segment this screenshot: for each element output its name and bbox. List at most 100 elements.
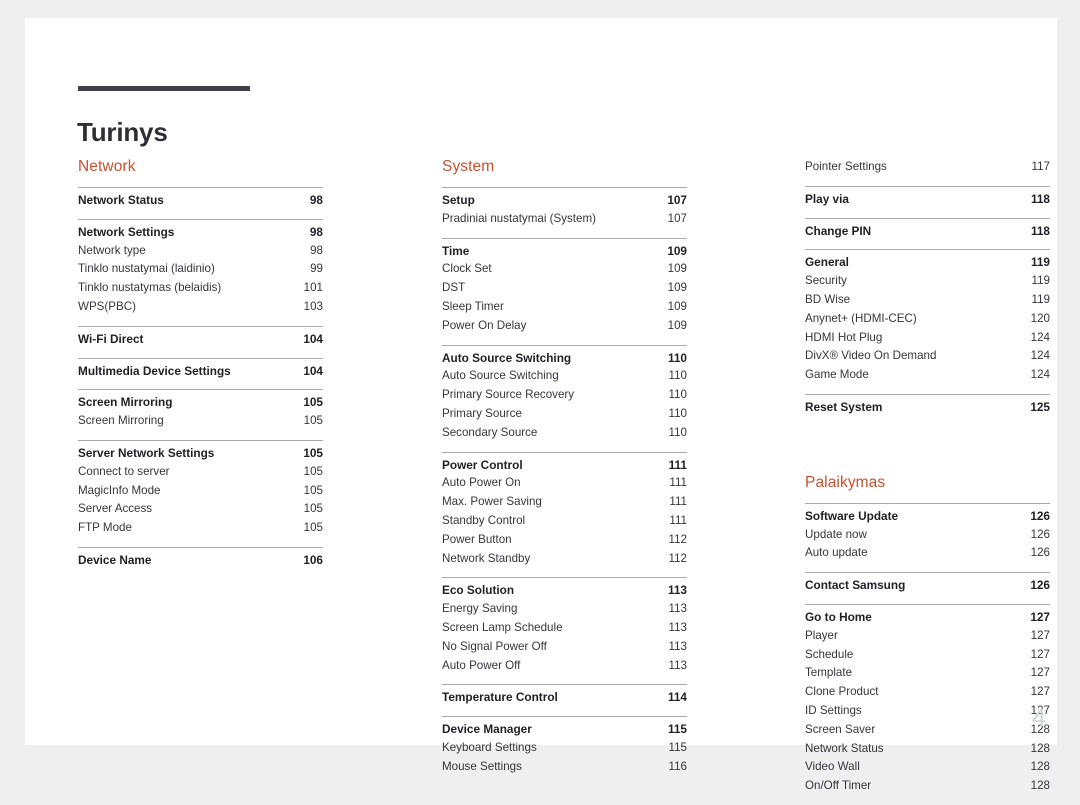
toc-entry[interactable]: Primary Source 110 [442,405,687,424]
toc-entry[interactable]: Tinklo nustatymai (laidinio) 99 [78,260,323,279]
toc-entry-page: 105 [303,464,323,478]
toc-entry-heading[interactable]: Device Manager 115 [442,720,687,739]
toc-entry[interactable]: Clock Set 109 [442,260,687,279]
toc-entry-heading[interactable]: Multimedia Device Settings 104 [78,362,323,381]
toc-entry[interactable]: WPS(PBC) 103 [78,298,323,317]
toc-entry[interactable]: Power On Delay 109 [442,317,687,336]
toc-entry-page: 99 [310,262,323,276]
toc-entry[interactable]: Auto update 126 [805,544,1050,563]
toc-entry-heading[interactable]: Auto Source Switching 110 [442,349,687,368]
toc-entry[interactable]: MagicInfo Mode 105 [78,482,323,501]
toc-entry-heading[interactable]: Play via 118 [805,190,1050,209]
toc-entry[interactable]: Update now 126 [805,526,1050,545]
toc-entry-page: 118 [1030,223,1050,238]
toc-entry[interactable]: Auto Source Switching 110 [442,367,687,386]
toc-group: Play via 118 [805,185,1050,218]
toc-entry-heading[interactable]: Go to Home 127 [805,608,1050,627]
toc-entry[interactable]: FTP Mode 105 [78,519,323,538]
toc-column-right: Pointer Settings 117 Play via 118 Change PIN… [805,158,1050,805]
toc-entry-heading[interactable]: Change PIN 118 [805,222,1050,241]
toc-group: Go to Home 127 Player 127 Schedule 127 Templat… [805,603,1050,805]
toc-entry[interactable]: No Signal Power Off 113 [442,638,687,657]
toc-entry[interactable]: Player 127 [805,627,1050,646]
toc-entry[interactable]: Schedule 127 [805,646,1050,665]
toc-entry-heading[interactable]: Wi-Fi Direct 104 [78,330,323,349]
toc-entry-page: 113 [668,620,687,634]
toc-group: Software Update 126 Update now 126 Auto upda… [805,502,1050,572]
toc-entry[interactable]: DST 109 [442,279,687,298]
toc-entry[interactable]: Auto Power Off 113 [442,657,687,676]
toc-entry-label: Time [442,243,470,258]
toc-group: Screen Mirroring 105 Screen Mirroring 105 [78,389,323,440]
toc-entry[interactable]: Tinklo nustatymas (belaidis) 101 [78,279,323,298]
toc-entry-heading[interactable]: Temperature Control 114 [442,688,687,707]
toc-entry[interactable]: Game Mode 124 [805,366,1050,385]
toc-entry[interactable]: Server Access 105 [78,500,323,519]
toc-group: Setup 107 Pradiniai nustatymai (System) 107 [442,187,687,238]
toc-group: General 119 Security 119 BD Wise 119 Anynet+ (… [805,249,1050,394]
toc-entry-heading[interactable]: Power Control 111 [442,456,687,475]
page-number: 4 [1032,704,1046,732]
toc-entry-label: Eco Solution [442,583,515,598]
toc-group: Server Network Settings 105 Connect to ser… [78,439,323,547]
toc-entry[interactable]: Video Wall 128 [805,758,1050,777]
toc-group: Eco Solution 113 Energy Saving 113 Screen La… [442,577,687,684]
toc-entry[interactable]: Standby Control 111 [442,512,687,531]
toc-entry[interactable]: Network Standby 112 [442,550,687,569]
toc-entry-label: Network Status [805,741,884,755]
toc-entry[interactable]: Pointer Settings 117 [805,158,1050,177]
toc-entry[interactable]: Keyboard Settings 115 [442,739,687,758]
toc-entry[interactable]: Sleep Timer 109 [442,298,687,317]
toc-entry[interactable]: HDMI Hot Plug 124 [805,329,1050,348]
toc-entry-label: HDMI Hot Plug [805,330,883,344]
toc-entry-heading[interactable]: Server Network Settings 105 [78,444,323,463]
toc-entry-heading[interactable]: Setup 107 [442,191,687,210]
toc-entry[interactable]: Network Status 128 [805,740,1050,759]
toc-entry[interactable]: Pradiniai nustatymai (System) 107 [442,210,687,229]
toc-entry-page: 110 [668,406,687,420]
toc-entry-page: 114 [667,690,687,705]
toc-entry[interactable]: Network type 98 [78,242,323,261]
toc-entry-heading[interactable]: Reset System 125 [805,398,1050,417]
toc-entry[interactable]: Primary Source Recovery 110 [442,386,687,405]
toc-entry[interactable]: Screen Saver 128 [805,721,1050,740]
toc-entry-page: 126 [1030,546,1050,560]
toc-group: Temperature Control 114 [442,684,687,716]
toc-entry[interactable]: Screen Lamp Schedule 113 [442,619,687,638]
toc-entry[interactable]: BD Wise 119 [805,291,1050,310]
toc-entry-label: ID Settings [805,703,862,717]
toc-entry-heading[interactable]: Device Name 106 [78,551,323,570]
toc-entry-heading[interactable]: Network Status 98 [78,191,323,210]
toc-entry-heading[interactable]: Time 109 [442,242,687,261]
toc-entry[interactable]: Max. Power Saving 111 [442,493,687,512]
toc-entry-heading[interactable]: Network Settings 98 [78,223,323,242]
toc-entry-heading[interactable]: Eco Solution 113 [442,581,687,600]
toc-entry[interactable]: DivX® Video On Demand 124 [805,347,1050,366]
toc-entry[interactable]: Anynet+ (HDMI-CEC) 120 [805,310,1050,329]
toc-entry[interactable]: Auto Power On 111 [442,474,687,493]
toc-entry-heading[interactable]: Contact Samsung 126 [805,576,1050,595]
toc-entry[interactable]: Connect to server 105 [78,463,323,482]
toc-entry-page: 113 [668,602,687,616]
toc-entry[interactable]: Power Button 112 [442,531,687,550]
toc-entry[interactable]: Secondary Source 110 [442,424,687,443]
toc-entry-heading[interactable]: Screen Mirroring 105 [78,393,323,412]
toc-entry[interactable]: Template 127 [805,664,1050,683]
toc-entry[interactable]: ID Settings 127 [805,702,1050,721]
toc-entry-heading[interactable]: General 119 [805,253,1050,272]
toc-entry[interactable]: Screen Mirroring 105 [78,412,323,431]
toc-entry-label: Screen Mirroring [78,414,164,428]
toc-entry-page: 113 [667,583,687,598]
toc-entry-label: Player [805,628,838,642]
toc-column-middle: System Setup 107 Pradiniai nustatymai (Syst… [442,158,687,786]
toc-entry-page: 109 [667,243,687,258]
toc-entry[interactable]: On/Off Timer 128 [805,777,1050,796]
toc-group: Device Name 106 [78,546,323,579]
toc-entry[interactable]: Security 119 [805,272,1050,291]
toc-entry-heading[interactable]: Software Update 126 [805,507,1050,526]
toc-entry-label: Network type [78,243,146,257]
toc-entry[interactable]: Clone Product 127 [805,683,1050,702]
toc-entry[interactable]: Energy Saving 113 [442,600,687,619]
toc-entry[interactable]: Mouse Settings 116 [442,758,687,777]
toc-entry-label: BD Wise [805,292,851,306]
